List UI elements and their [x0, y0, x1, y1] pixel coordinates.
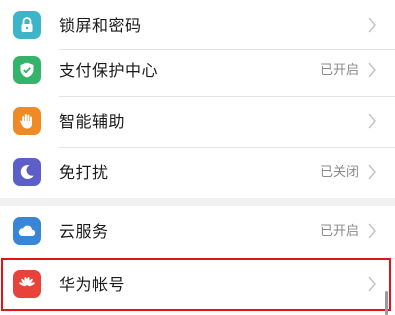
- status-text: 已开启: [319, 224, 359, 239]
- moon-icon: [13, 158, 41, 186]
- settings-item-label: 华为帐号: [59, 275, 126, 294]
- settings-item-label: 锁屏和密码: [59, 16, 142, 35]
- settings-item-label: 智能辅助: [59, 112, 126, 131]
- huawei-logo-icon: [13, 270, 41, 298]
- status-text: 已开启: [319, 63, 359, 78]
- settings-item-cloud-service[interactable]: 云服务 已开启: [0, 206, 395, 257]
- hand-icon: [13, 107, 41, 135]
- status-text: 已关闭: [319, 165, 359, 180]
- settings-item-lock-screen[interactable]: 锁屏和密码: [0, 0, 395, 51]
- chevron-right-icon: [368, 17, 376, 33]
- settings-screen: 锁屏和密码 支付保护中心 已开启 智能辅助 免打扰 已关闭 云服务 已开启 华为…: [0, 0, 395, 315]
- chevron-right-icon: [368, 276, 376, 292]
- lock-icon: [13, 11, 41, 39]
- settings-item-label: 支付保护中心: [59, 61, 159, 80]
- settings-item-label: 免打扰: [59, 163, 109, 182]
- cloud-icon: [13, 217, 41, 245]
- settings-group-security: 锁屏和密码 支付保护中心 已开启 智能辅助 免打扰 已关闭: [0, 0, 395, 198]
- scrollbar[interactable]: [385, 291, 388, 315]
- settings-item-label: 云服务: [59, 222, 109, 241]
- chevron-right-icon: [368, 164, 376, 180]
- settings-item-payment-protection[interactable]: 支付保护中心 已开启: [0, 45, 395, 96]
- settings-item-smart-assistance[interactable]: 智能辅助: [0, 96, 395, 147]
- chevron-right-icon: [368, 223, 376, 239]
- chevron-right-icon: [368, 62, 376, 78]
- shield-check-icon: [13, 56, 41, 84]
- settings-group-account: 云服务 已开启 华为帐号: [0, 206, 395, 315]
- settings-item-do-not-disturb[interactable]: 免打扰 已关闭: [0, 147, 395, 198]
- chevron-right-icon: [368, 113, 376, 129]
- settings-item-huawei-account[interactable]: 华为帐号: [0, 259, 395, 310]
